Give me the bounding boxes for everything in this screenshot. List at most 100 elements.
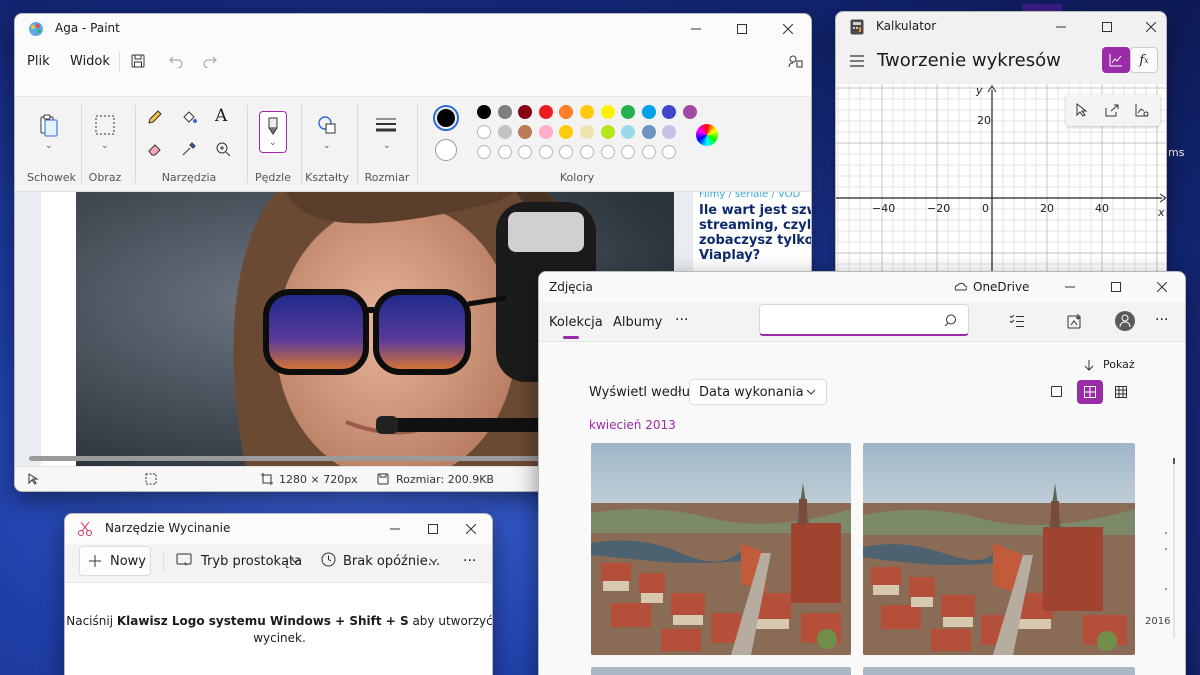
calc-titlebar[interactable]: Kalkulator (836, 12, 1166, 42)
color-swatch[interactable] (538, 125, 553, 139)
sort-dropdown[interactable]: Data wykonania (689, 379, 827, 405)
photo-thumbnail[interactable] (591, 667, 851, 675)
avatar[interactable] (1115, 311, 1135, 331)
graph-canvas[interactable]: y x 20 −40 −20 0 20 40 (836, 84, 1166, 282)
size-icon[interactable] (375, 117, 397, 133)
snip-more-button[interactable]: ··· (463, 553, 476, 569)
color-swatch[interactable] (641, 105, 656, 119)
color-swatch[interactable] (477, 125, 491, 139)
tab-albumy[interactable]: Albumy (613, 315, 662, 330)
edit-colors-icon[interactable] (696, 124, 718, 146)
import-icon[interactable] (1067, 313, 1083, 329)
empty-color-slot[interactable] (497, 145, 512, 159)
color-swatch[interactable] (477, 105, 491, 119)
pointer-icon[interactable] (1075, 103, 1089, 117)
show-button[interactable]: Pokaż (1103, 358, 1135, 371)
calc-minimize-button[interactable] (1038, 12, 1084, 42)
menu-widok[interactable]: Widok (70, 54, 110, 69)
paint-titlebar[interactable]: Aga - Paint (15, 14, 811, 44)
graph-settings-icon[interactable] (1135, 103, 1149, 117)
snip-close-button[interactable] (448, 514, 492, 544)
onedrive-label[interactable]: OneDrive (973, 280, 1029, 294)
empty-color-slot[interactable] (518, 145, 533, 159)
save-icon[interactable] (131, 54, 145, 68)
color-swatch[interactable] (600, 125, 615, 139)
search-input[interactable] (759, 304, 969, 336)
color-swatch[interactable] (662, 105, 677, 119)
share-settings-icon[interactable] (787, 53, 803, 69)
color-swatch[interactable] (559, 105, 574, 119)
text-tool-icon[interactable]: A (215, 106, 227, 126)
color-swatch[interactable] (497, 125, 512, 139)
snip-titlebar[interactable]: Narzędzie Wycinanie (65, 514, 492, 544)
timeline-thumb[interactable] (1173, 458, 1175, 464)
color-swatch[interactable] (621, 125, 636, 139)
paint-minimize-button[interactable] (673, 14, 719, 44)
paint-maximize-button[interactable] (719, 14, 765, 44)
function-button[interactable]: fx (1130, 47, 1158, 73)
photos-minimize-button[interactable] (1047, 272, 1093, 302)
paint-close-button[interactable] (765, 14, 811, 44)
undo-icon[interactable] (169, 54, 183, 68)
empty-color-slot[interactable] (662, 145, 677, 159)
photos-maximize-button[interactable] (1093, 272, 1139, 302)
timeline-track[interactable] (1173, 458, 1175, 638)
view-medium-button[interactable] (1077, 380, 1103, 404)
share-icon[interactable] (1105, 103, 1119, 117)
primary-color[interactable] (433, 105, 459, 131)
clipboard-icon[interactable] (39, 113, 59, 137)
calc-maximize-button[interactable] (1084, 12, 1130, 42)
color-swatch[interactable] (580, 105, 594, 119)
shapes-dropdown-icon[interactable]: ⌄ (323, 141, 331, 151)
color-swatch[interactable] (538, 105, 553, 119)
photos-close-button[interactable] (1139, 272, 1185, 302)
hamburger-menu-icon[interactable] (850, 55, 864, 67)
color-swatch[interactable] (580, 125, 594, 139)
empty-color-slot[interactable] (477, 145, 491, 159)
snip-mode-dropdown[interactable]: Tryb prostokąta (201, 554, 302, 569)
photos-titlebar[interactable]: Zdjęcia OneDrive (539, 272, 1185, 302)
select-mode-icon[interactable] (1009, 314, 1025, 328)
chevron-down-icon[interactable] (291, 558, 300, 564)
magnifier-icon[interactable] (215, 141, 231, 157)
more-options-button[interactable]: ··· (1155, 312, 1168, 328)
calc-close-button[interactable] (1128, 12, 1166, 42)
color-picker-icon[interactable] (181, 141, 197, 157)
timeline-year[interactable]: 2016 (1145, 616, 1170, 627)
paint-hscrollbar[interactable] (29, 456, 559, 461)
photo-thumbnail[interactable] (863, 667, 1135, 675)
chevron-down-icon[interactable] (429, 558, 438, 564)
color-swatch[interactable] (683, 105, 697, 119)
more-tabs-button[interactable]: ··· (675, 312, 688, 328)
eraser-icon[interactable] (147, 141, 163, 157)
redo-icon[interactable] (203, 54, 217, 68)
view-large-button[interactable] (1051, 386, 1062, 397)
empty-color-slot[interactable] (641, 145, 656, 159)
delay-dropdown[interactable]: Brak opóźnie... (343, 554, 440, 569)
color-swatch[interactable] (662, 125, 677, 139)
size-dropdown-icon[interactable]: ⌄ (383, 141, 391, 151)
shapes-icon[interactable] (317, 115, 337, 135)
select-dropdown-icon[interactable]: ⌄ (101, 141, 109, 151)
grid-small-icon[interactable] (1115, 386, 1127, 398)
brushes-button[interactable]: ⌄ (259, 111, 287, 153)
empty-color-slot[interactable] (580, 145, 594, 159)
menu-plik[interactable]: Plik (27, 54, 50, 69)
color-swatch[interactable] (497, 105, 512, 119)
empty-color-slot[interactable] (621, 145, 636, 159)
pencil-icon[interactable] (147, 109, 163, 125)
color-swatch[interactable] (518, 105, 533, 119)
empty-color-slot[interactable] (600, 145, 615, 159)
photo-thumbnail[interactable] (863, 443, 1135, 655)
tab-kolekcja[interactable]: Kolekcja (549, 315, 603, 330)
fill-bucket-icon[interactable] (181, 109, 197, 125)
color-swatch[interactable] (518, 125, 533, 139)
new-snip-button[interactable]: Nowy (79, 546, 151, 576)
color-swatch[interactable] (559, 125, 574, 139)
clipboard-dropdown-icon[interactable]: ⌄ (45, 141, 53, 151)
empty-color-slot[interactable] (538, 145, 553, 159)
photo-thumbnail[interactable] (591, 443, 851, 655)
color-swatch[interactable] (641, 125, 656, 139)
color-swatch[interactable] (621, 105, 636, 119)
select-icon[interactable] (95, 115, 115, 135)
